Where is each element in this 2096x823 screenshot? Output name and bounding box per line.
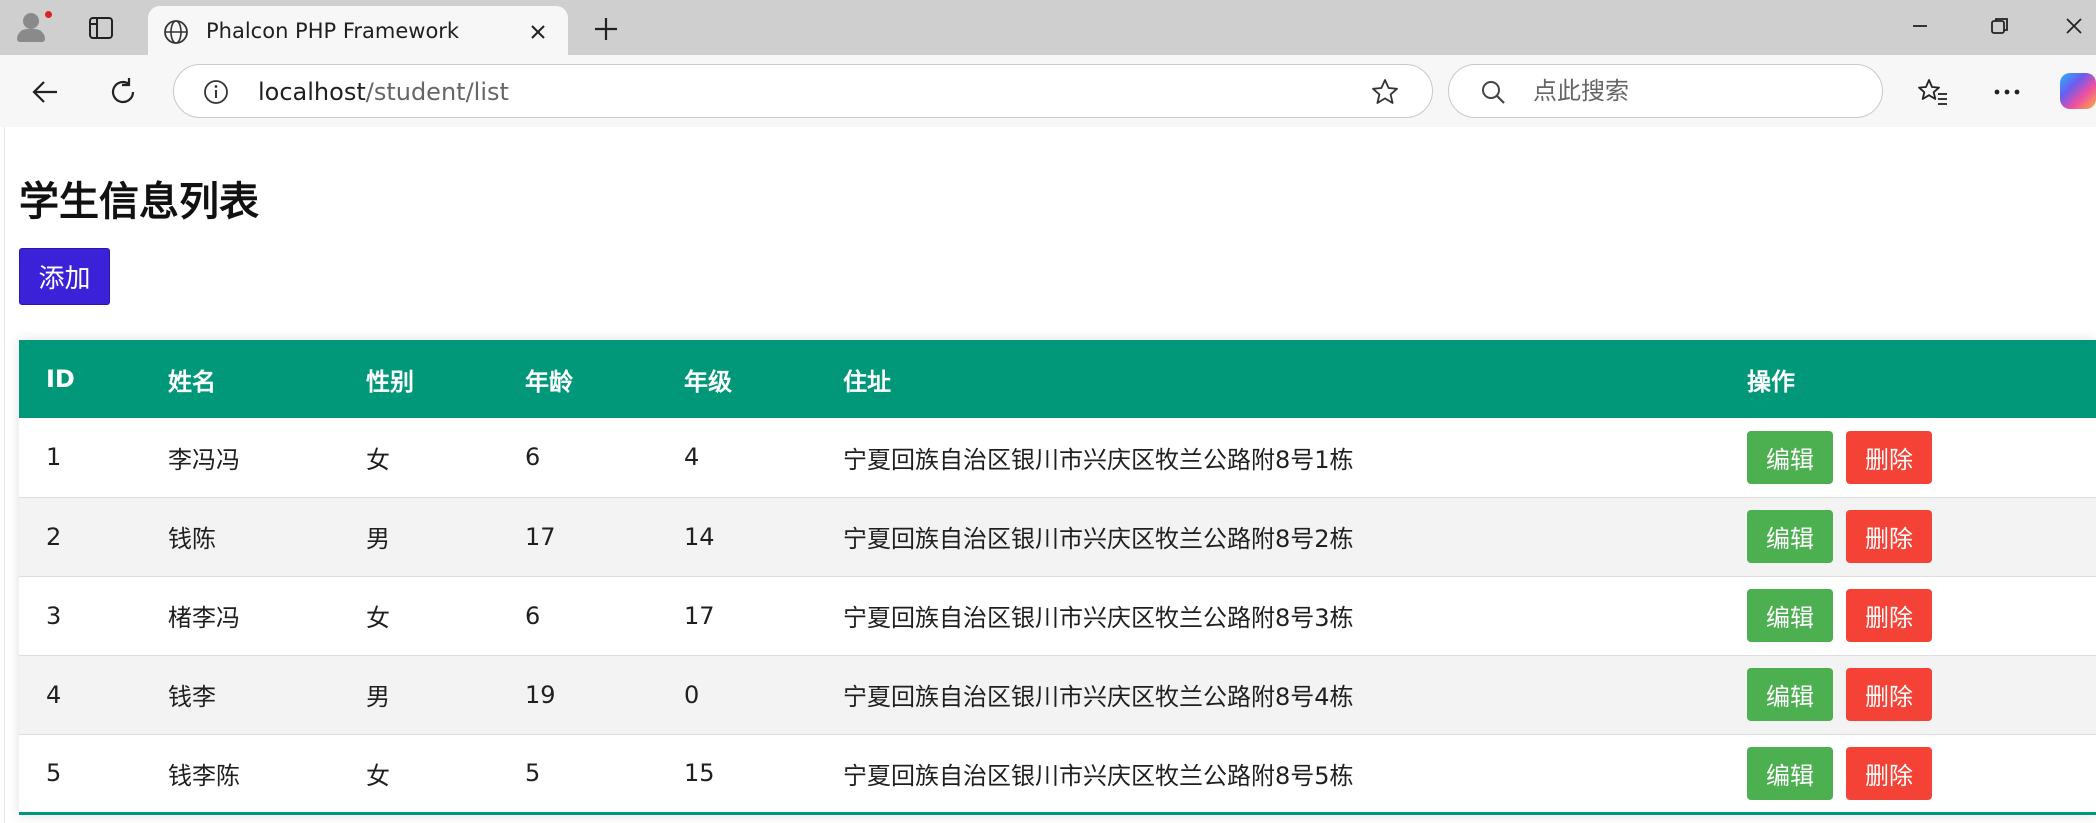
- cell-actions: 编辑 删除: [1720, 655, 2096, 735]
- edit-button[interactable]: 编辑: [1747, 589, 1833, 642]
- cell-gender: 女: [339, 576, 498, 656]
- add-button[interactable]: 添加: [19, 248, 110, 305]
- header-id: ID: [46, 365, 75, 393]
- cell-name: 钱李: [141, 655, 339, 735]
- delete-button[interactable]: 删除: [1846, 510, 1932, 563]
- cell-id: 5: [19, 734, 141, 815]
- delete-button[interactable]: 删除: [1846, 589, 1932, 642]
- profile-icon[interactable]: [13, 7, 57, 45]
- delete-button[interactable]: 删除: [1846, 746, 1932, 800]
- table-row: 3 楮李冯 女 6 17 宁夏回族自治区银川市兴庆区牧兰公路附8号3栋 编辑 删除: [19, 576, 2096, 656]
- cell-actions: 编辑 删除: [1720, 734, 2096, 815]
- address-bar[interactable]: localhost/student/list: [173, 64, 1433, 118]
- search-icon: [1479, 78, 1507, 106]
- globe-icon: [162, 18, 190, 46]
- cell-gender: 女: [339, 734, 498, 815]
- minimize-icon[interactable]: [1892, 6, 1948, 46]
- cell-name: 李冯冯: [141, 418, 339, 498]
- star-icon[interactable]: [1370, 77, 1400, 107]
- page-title: 学生信息列表: [19, 179, 259, 225]
- cell-gender: 男: [339, 497, 498, 577]
- edit-button[interactable]: 编辑: [1747, 430, 1833, 484]
- table-row: 1 李冯冯 女 6 4 宁夏回族自治区银川市兴庆区牧兰公路附8号1栋 编辑 删除: [19, 418, 2096, 498]
- cell-address: 宁夏回族自治区银川市兴庆区牧兰公路附8号5栋: [816, 734, 1720, 815]
- cell-gender: 女: [339, 418, 498, 498]
- cell-id: 3: [19, 576, 141, 656]
- tab-actions-icon[interactable]: [78, 10, 124, 46]
- cell-name: 楮李冯: [141, 576, 339, 656]
- cell-age: 6: [498, 418, 657, 498]
- info-icon[interactable]: [202, 78, 230, 106]
- cell-id: 2: [19, 497, 141, 577]
- edit-button[interactable]: 编辑: [1747, 510, 1833, 563]
- cell-actions: 编辑 删除: [1720, 497, 2096, 577]
- header-actions: 操作: [1747, 367, 1795, 396]
- cell-actions: 编辑 删除: [1720, 576, 2096, 656]
- table-header-row: ID 姓名 性别 年龄 年级 住址 操作: [19, 340, 2096, 418]
- cell-name: 钱李陈: [141, 734, 339, 815]
- tab-active[interactable]: Phalcon PHP Framework: [148, 6, 568, 55]
- tab-strip: Phalcon PHP Framework: [0, 0, 2096, 55]
- header-name: 姓名: [168, 367, 216, 396]
- header-grade: 年级: [684, 367, 732, 396]
- page-content: 学生信息列表 添加 ID 姓名 性别 年龄 年级 住址 操作 1 李冯冯 女 6…: [4, 127, 2096, 823]
- edit-button[interactable]: 编辑: [1747, 746, 1833, 800]
- cell-gender: 男: [339, 655, 498, 735]
- tab-title: Phalcon PHP Framework: [206, 19, 460, 43]
- window-close-icon[interactable]: [2052, 6, 2096, 46]
- cell-address: 宁夏回族自治区银川市兴庆区牧兰公路附8号4栋: [816, 655, 1720, 735]
- close-icon[interactable]: [522, 16, 554, 48]
- url-host: localhost: [258, 78, 366, 106]
- cell-age: 6: [498, 576, 657, 656]
- url-path: /student/list: [365, 78, 509, 106]
- cell-age: 17: [498, 497, 657, 577]
- favorites-icon[interactable]: [1910, 69, 1956, 115]
- table-row: 4 钱李 男 19 0 宁夏回族自治区银川市兴庆区牧兰公路附8号4栋 编辑 删除: [19, 655, 2096, 735]
- cell-address: 宁夏回族自治区银川市兴庆区牧兰公路附8号3栋: [816, 576, 1720, 656]
- plus-icon[interactable]: [586, 9, 626, 49]
- cell-id: 1: [19, 418, 141, 498]
- more-icon[interactable]: [1984, 69, 2030, 115]
- browser-toolbar: localhost/student/list: [0, 55, 2096, 127]
- search-input[interactable]: [1533, 73, 1853, 109]
- cell-age: 5: [498, 734, 657, 815]
- header-age: 年龄: [525, 367, 573, 396]
- cell-address: 宁夏回族自治区银川市兴庆区牧兰公路附8号2栋: [816, 497, 1720, 577]
- header-address: 住址: [843, 367, 891, 396]
- table-row: 2 钱陈 男 17 14 宁夏回族自治区银川市兴庆区牧兰公路附8号2栋 编辑 删除: [19, 497, 2096, 577]
- student-table: ID 姓名 性别 年龄 年级 住址 操作 1 李冯冯 女 6 4 宁夏回族自治区…: [19, 340, 2096, 815]
- header-gender: 性别: [366, 367, 414, 396]
- table-row: 5 钱李陈 女 5 15 宁夏回族自治区银川市兴庆区牧兰公路附8号5栋 编辑 删除: [19, 734, 2096, 815]
- cell-grade: 4: [657, 418, 816, 498]
- back-icon[interactable]: [22, 69, 68, 115]
- cell-grade: 14: [657, 497, 816, 577]
- cell-grade: 17: [657, 576, 816, 656]
- url-text[interactable]: localhost/student/list: [258, 78, 509, 106]
- restore-icon[interactable]: [1972, 6, 2028, 46]
- cell-actions: 编辑 删除: [1720, 418, 2096, 498]
- delete-button[interactable]: 删除: [1846, 430, 1932, 484]
- delete-button[interactable]: 删除: [1846, 668, 1932, 721]
- edit-button[interactable]: 编辑: [1747, 668, 1833, 721]
- cell-age: 19: [498, 655, 657, 735]
- copilot-icon[interactable]: [2060, 73, 2096, 109]
- cell-address: 宁夏回族自治区银川市兴庆区牧兰公路附8号1栋: [816, 418, 1720, 498]
- search-bar[interactable]: [1448, 64, 1883, 118]
- cell-grade: 0: [657, 655, 816, 735]
- cell-id: 4: [19, 655, 141, 735]
- cell-grade: 15: [657, 734, 816, 815]
- cell-name: 钱陈: [141, 497, 339, 577]
- refresh-icon[interactable]: [100, 69, 146, 115]
